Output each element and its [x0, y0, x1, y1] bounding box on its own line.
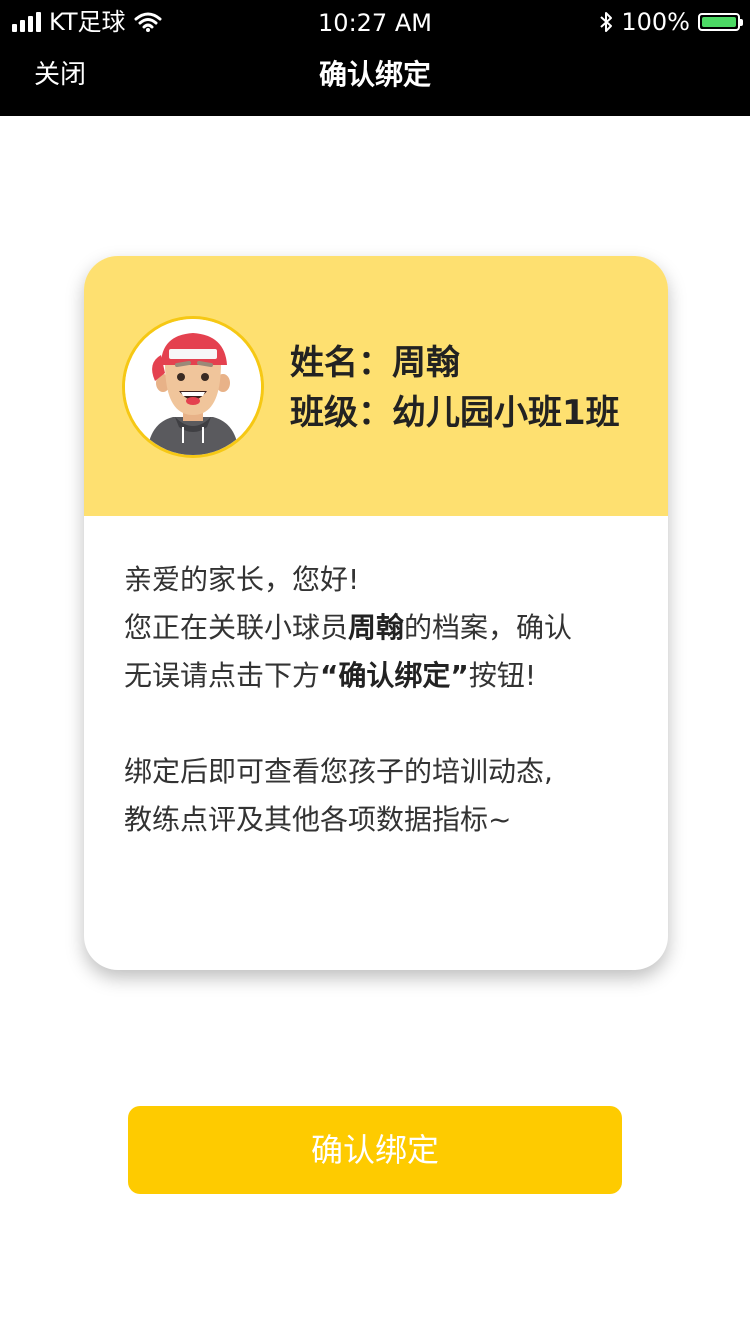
binding-card: 姓名：周翰 班级：幼儿园小班1班 亲爱的家长，您好! 您正在关联小球员周翰的档案…	[84, 256, 668, 970]
player-avatar-icon	[125, 319, 261, 455]
card-header: 姓名：周翰 班级：幼儿园小班1班	[84, 256, 668, 516]
battery-icon	[698, 13, 743, 31]
line1-name: 周翰	[348, 611, 405, 644]
avatar	[122, 316, 264, 458]
player-info: 姓名：周翰 班级：幼儿园小班1班	[290, 338, 620, 438]
status-right: 100%	[599, 8, 743, 36]
confirm-binding-button[interactable]: 确认绑定	[128, 1106, 622, 1194]
name-label: 姓名：	[290, 343, 392, 383]
line2-post: 按钮!	[468, 659, 537, 692]
name-value: 周翰	[392, 343, 460, 383]
greeting-text: 亲爱的家长，您好!	[124, 563, 360, 596]
name-row: 姓名：周翰	[290, 338, 620, 388]
line1-post: 的档案，确认	[404, 611, 573, 644]
battery-percent: 100%	[621, 8, 690, 36]
line2-pre: 无误请点击下方	[124, 659, 321, 692]
message-line-3: 绑定后即可查看您孩子的培训动态,	[124, 755, 553, 788]
class-label: 班级：	[290, 393, 392, 433]
message-line-2: 无误请点击下方“确认绑定”按钮!	[124, 652, 644, 700]
bluetooth-icon	[600, 12, 613, 32]
battery-fill	[702, 17, 736, 27]
class-row: 班级：幼儿园小班1班	[290, 388, 620, 438]
message-line-1: 您正在关联小球员周翰的档案，确认	[124, 604, 644, 652]
class-value: 幼儿园小班1班	[392, 393, 620, 433]
line2-bold: “确认绑定”	[320, 659, 469, 692]
nav-bar: 关闭 确认绑定	[0, 44, 750, 116]
status-bar: KT足球 10:27 AM 100%	[0, 0, 750, 44]
line1-pre: 您正在关联小球员	[124, 611, 349, 644]
card-message: 亲爱的家长，您好! 您正在关联小球员周翰的档案，确认 无误请点击下方“确认绑定”…	[124, 556, 644, 844]
page-title: 确认绑定	[318, 58, 431, 91]
message-line-4: 教练点评及其他各项数据指标~	[124, 803, 512, 836]
